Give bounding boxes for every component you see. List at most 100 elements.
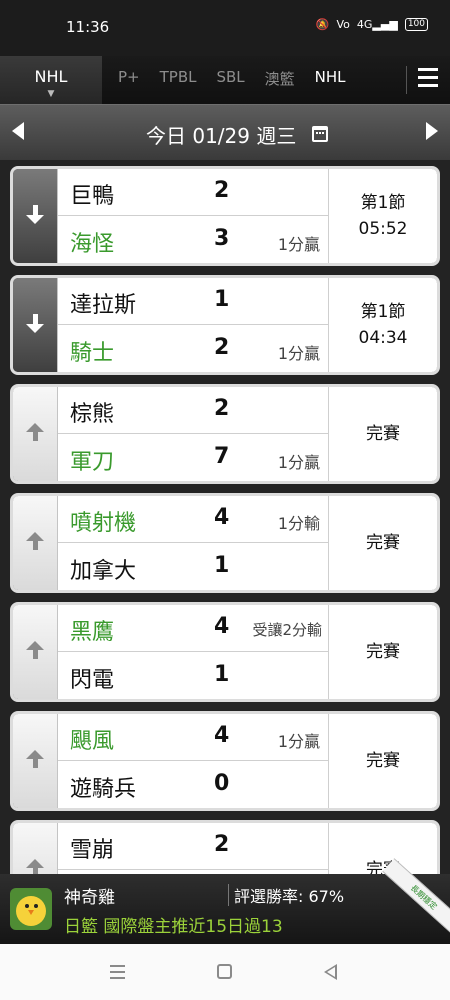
nav-divider bbox=[406, 66, 407, 94]
game-card[interactable]: 巨鴨 2 海怪 3 1分贏 第1節 05:52 bbox=[10, 166, 440, 266]
league-nav: NHL ▼ P+ TPBL SBL 澳籃 NHL bbox=[0, 56, 450, 104]
game-final: 完賽 bbox=[366, 533, 400, 553]
status-bar: 11:36 🔕 Vo 4G▂▄▆ 100 bbox=[0, 0, 450, 56]
team-score: 1 bbox=[214, 553, 230, 578]
arrow-up-icon bbox=[26, 859, 45, 874]
team-name: 遊騎兵 bbox=[70, 777, 137, 802]
date-label[interactable]: 今日 01/29 週三 bbox=[146, 120, 296, 149]
expand-toggle[interactable] bbox=[13, 387, 58, 481]
team-score: 3 bbox=[214, 226, 230, 251]
arrow-up-icon bbox=[26, 423, 45, 443]
team-name: 棕熊 bbox=[70, 402, 115, 427]
calendar-icon[interactable] bbox=[312, 126, 328, 142]
home-icon[interactable] bbox=[217, 964, 232, 979]
league-tab-tpbl[interactable]: TPBL bbox=[160, 68, 197, 89]
team-row: 黑鷹 4 受讓2分輸 bbox=[58, 605, 328, 652]
expert-win-rate: 評選勝率: 67% bbox=[234, 887, 345, 906]
arrow-up-icon bbox=[26, 641, 45, 661]
game-card[interactable]: 雪崩 2 完賽 bbox=[10, 820, 440, 874]
league-tab-sbl[interactable]: SBL bbox=[216, 68, 244, 89]
chevron-right-icon[interactable] bbox=[426, 122, 438, 140]
spread-result: 1分贏 bbox=[277, 453, 320, 472]
team-name: 颶風 bbox=[70, 729, 115, 754]
league-tab-nhl[interactable]: NHL bbox=[315, 68, 346, 89]
game-teams: 黑鷹 4 受讓2分輸 閃電 1 bbox=[58, 605, 328, 699]
team-score: 1 bbox=[214, 662, 230, 687]
team-name: 軍刀 bbox=[70, 450, 115, 475]
team-row: 軍刀 7 1分贏 bbox=[58, 435, 328, 481]
game-card[interactable]: 颶風 4 1分贏 遊騎兵 0 完賽 bbox=[10, 711, 440, 811]
team-row: 噴射機 4 1分輸 bbox=[58, 496, 328, 543]
team-row: 棕熊 2 bbox=[58, 387, 328, 434]
team-score: 7 bbox=[214, 444, 230, 469]
league-selector[interactable]: NHL ▼ bbox=[0, 56, 102, 104]
expand-toggle[interactable] bbox=[13, 823, 58, 874]
team-score: 2 bbox=[214, 396, 230, 421]
team-row: 海怪 3 1分贏 bbox=[58, 217, 328, 263]
league-tab-australia[interactable]: 澳籃 bbox=[265, 68, 295, 89]
mute-icon: 🔕 bbox=[315, 18, 330, 31]
team-score: 2 bbox=[214, 832, 230, 857]
team-row: 達拉斯 1 bbox=[58, 278, 328, 325]
game-teams: 達拉斯 1 騎士 2 1分贏 bbox=[58, 278, 328, 372]
4g-signal-icon: 4G▂▄▆ bbox=[356, 18, 398, 31]
expand-toggle[interactable] bbox=[13, 714, 58, 808]
date-bar: 今日 01/29 週三 bbox=[0, 104, 450, 160]
team-score: 2 bbox=[214, 335, 230, 360]
team-name: 達拉斯 bbox=[70, 293, 137, 318]
chevron-left-icon[interactable] bbox=[12, 122, 24, 140]
game-period: 第1節 bbox=[360, 193, 406, 213]
game-status: 完賽 bbox=[328, 823, 437, 874]
game-card[interactable]: 棕熊 2 軍刀 7 1分贏 完賽 bbox=[10, 384, 440, 484]
team-score: 2 bbox=[214, 178, 230, 203]
team-row: 加拿大 1 bbox=[58, 544, 328, 590]
team-name: 巨鴨 bbox=[70, 184, 115, 209]
team-name: 加拿大 bbox=[70, 559, 137, 584]
game-card[interactable]: 噴射機 4 1分輸 加拿大 1 完賽 bbox=[10, 493, 440, 593]
team-name: 噴射機 bbox=[70, 511, 137, 536]
chick-avatar-icon bbox=[10, 888, 52, 930]
league-tabs: P+ TPBL SBL 澳籃 NHL bbox=[118, 68, 366, 89]
game-card[interactable]: 達拉斯 1 騎士 2 1分贏 第1節 04:34 bbox=[10, 275, 440, 375]
spread-result: 1分贏 bbox=[277, 732, 320, 751]
team-name: 黑鷹 bbox=[70, 620, 115, 645]
status-time: 11:36 bbox=[66, 18, 110, 36]
game-card[interactable]: 黑鷹 4 受讓2分輸 閃電 1 完賽 bbox=[10, 602, 440, 702]
recent-apps-icon[interactable] bbox=[110, 965, 125, 979]
spread-result: 1分贏 bbox=[277, 344, 320, 363]
expert-pick: 日籃 國際盤主推近15日過13 bbox=[64, 917, 283, 937]
expand-toggle[interactable] bbox=[13, 496, 58, 590]
arrow-up-icon bbox=[26, 750, 45, 770]
expand-toggle[interactable] bbox=[13, 169, 58, 263]
hamburger-menu-icon[interactable] bbox=[418, 68, 438, 90]
status-icons: 🔕 Vo 4G▂▄▆ 100 bbox=[316, 18, 428, 31]
game-teams: 噴射機 4 1分輸 加拿大 1 bbox=[58, 496, 328, 590]
team-score: 4 bbox=[214, 614, 230, 639]
game-status: 第1節 05:52 bbox=[328, 169, 437, 263]
game-period: 第1節 bbox=[360, 302, 406, 322]
game-teams: 巨鴨 2 海怪 3 1分贏 bbox=[58, 169, 328, 263]
spread-result: 1分輸 bbox=[277, 514, 320, 533]
league-tab-p-plus[interactable]: P+ bbox=[118, 68, 140, 89]
expand-toggle[interactable] bbox=[13, 605, 58, 699]
volte-icon: Vo bbox=[336, 18, 350, 31]
team-row: 巨鴨 2 bbox=[58, 169, 328, 216]
game-teams: 雪崩 2 bbox=[58, 823, 328, 874]
game-clock: 04:34 bbox=[358, 328, 408, 348]
battery-icon: 100 bbox=[404, 18, 428, 31]
expert-banner[interactable]: 神奇雞 評選勝率: 67% 日籃 國際盤主推近15日過13 長期穩定 bbox=[0, 858, 450, 944]
game-list[interactable]: 巨鴨 2 海怪 3 1分贏 第1節 05:52 達拉斯 1 騎士 2 1分贏 第… bbox=[0, 160, 450, 874]
team-row: 閃電 1 bbox=[58, 653, 328, 699]
team-name: 海怪 bbox=[70, 232, 115, 257]
game-status: 完賽 bbox=[328, 714, 437, 808]
game-final: 完賽 bbox=[366, 424, 400, 444]
arrow-up-icon bbox=[26, 532, 45, 552]
game-final: 完賽 bbox=[366, 642, 400, 662]
team-score: 0 bbox=[214, 771, 230, 796]
back-icon[interactable] bbox=[324, 964, 337, 980]
team-name: 閃電 bbox=[70, 668, 115, 693]
team-name: 騎士 bbox=[70, 341, 115, 366]
expert-name: 神奇雞 bbox=[64, 888, 115, 908]
team-row: 雪崩 2 bbox=[58, 823, 328, 870]
expand-toggle[interactable] bbox=[13, 278, 58, 372]
